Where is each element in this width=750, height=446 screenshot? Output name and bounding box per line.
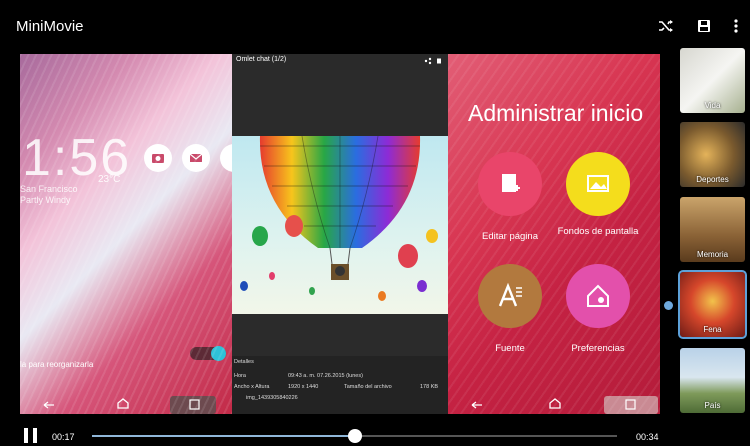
recents-chip [604,396,658,414]
wallpapers-button[interactable] [566,152,630,216]
selection-indicator [664,301,673,310]
top-bar: MiniMovie [0,0,750,52]
toggle-knob [211,346,226,361]
recents-icon [189,399,200,410]
more-vertical-icon[interactable] [728,18,744,34]
back-icon [471,401,482,409]
font-button[interactable] [478,264,542,328]
location-text: San Francisco [20,184,78,194]
balloon-photo[interactable] [232,136,448,314]
edit-page-label: Editar página [482,231,538,242]
save-icon[interactable] [696,18,712,34]
camera-button[interactable] [144,144,172,172]
font-label: Fuente [495,343,525,354]
edit-page-icon [502,174,520,192]
shuffle-icon[interactable] [658,18,674,34]
manage-home-title: Administrar inicio [468,100,644,126]
preferences-button[interactable] [566,264,630,328]
total-time: 00:34 [636,432,659,442]
balloon-image [240,136,438,301]
wallpaper-icon [587,175,609,192]
font-icon [498,282,522,307]
back-icon [43,401,54,409]
temperature-text: 23°C [98,174,121,185]
recents-icon [625,399,636,410]
mail-icon [189,153,203,162]
weather-block: San Francisco Partly Windy [20,184,78,206]
preferences-label: Preferencias [571,343,625,354]
lock-screen-panel: 1:56 23°C San Francisco Partly Windy la … [20,54,248,414]
thumbnail-label: Deportes [696,175,729,184]
seek-progress [92,435,355,437]
thumbnail-memoria[interactable]: Memoria [680,197,745,262]
wallpapers-label: Fondos de pantalla [557,226,639,237]
reorganize-hint: la para reorganizarla [20,360,94,369]
edit-page-button[interactable] [478,152,542,216]
photo-details: Detalles Hora 09:43 a. m. 07.26.2015 (lu… [232,356,448,414]
details-title: Detalles [234,359,254,365]
home-settings-icon [587,284,609,307]
weather-text: Partly Windy [20,195,71,205]
detail-time-label: Hora [234,373,246,379]
manage-home-panel: Administrar inicio Editar página Fondos … [448,54,660,414]
home-icon [117,398,129,409]
reorder-toggle[interactable] [190,346,226,361]
thumbnail-label: Fena [703,325,722,334]
thumbnail-vida[interactable]: Vida [680,48,745,113]
share-delete-icons[interactable] [424,57,442,65]
seek-thumb[interactable] [347,429,362,443]
gallery-header: Omlet chat (1/2) [232,54,448,70]
seek-bar[interactable] [92,429,617,443]
preview-stage: 1:56 23°C San Francisco Partly Windy la … [20,54,660,414]
thumbnail-deportes[interactable]: Deportes [680,122,745,187]
app-title: MiniMovie [16,18,84,35]
thumbnail-pais[interactable]: País [680,348,745,413]
current-time: 00:17 [52,432,75,442]
message-button[interactable] [182,144,210,172]
recents-chip [170,396,216,414]
gallery-title: Omlet chat (1/2) [236,56,287,63]
camera-icon [152,154,164,163]
thumbnail-label: País [704,401,721,410]
thumbnail-fena[interactable]: Fena [678,270,747,339]
nav-bar-right [471,396,658,414]
detail-filesize-value: 178 KB [420,384,439,390]
nav-bar-left [43,396,216,414]
player-bar: 00:17 00:34 [0,420,750,446]
clock-text: 1:56 [22,129,132,187]
detail-filesize-label: Tamaño del archivo [344,384,392,390]
thumbnail-label: Vida [704,101,721,110]
detail-size-label: Ancho x Altura [234,384,270,390]
pause-icon [24,428,28,443]
gallery-panel: Omlet chat (1/2) Detalles Hora 09:43 a. … [232,54,448,414]
detail-filename: img_1439305840226 [246,395,298,401]
thumbnail-label: Memoria [696,250,729,259]
detail-size-value: 1920 x 1440 [288,384,319,390]
home-icon [549,398,561,409]
detail-time-value: 09:43 a. m. 07.26.2015 (lunes) [288,373,363,379]
